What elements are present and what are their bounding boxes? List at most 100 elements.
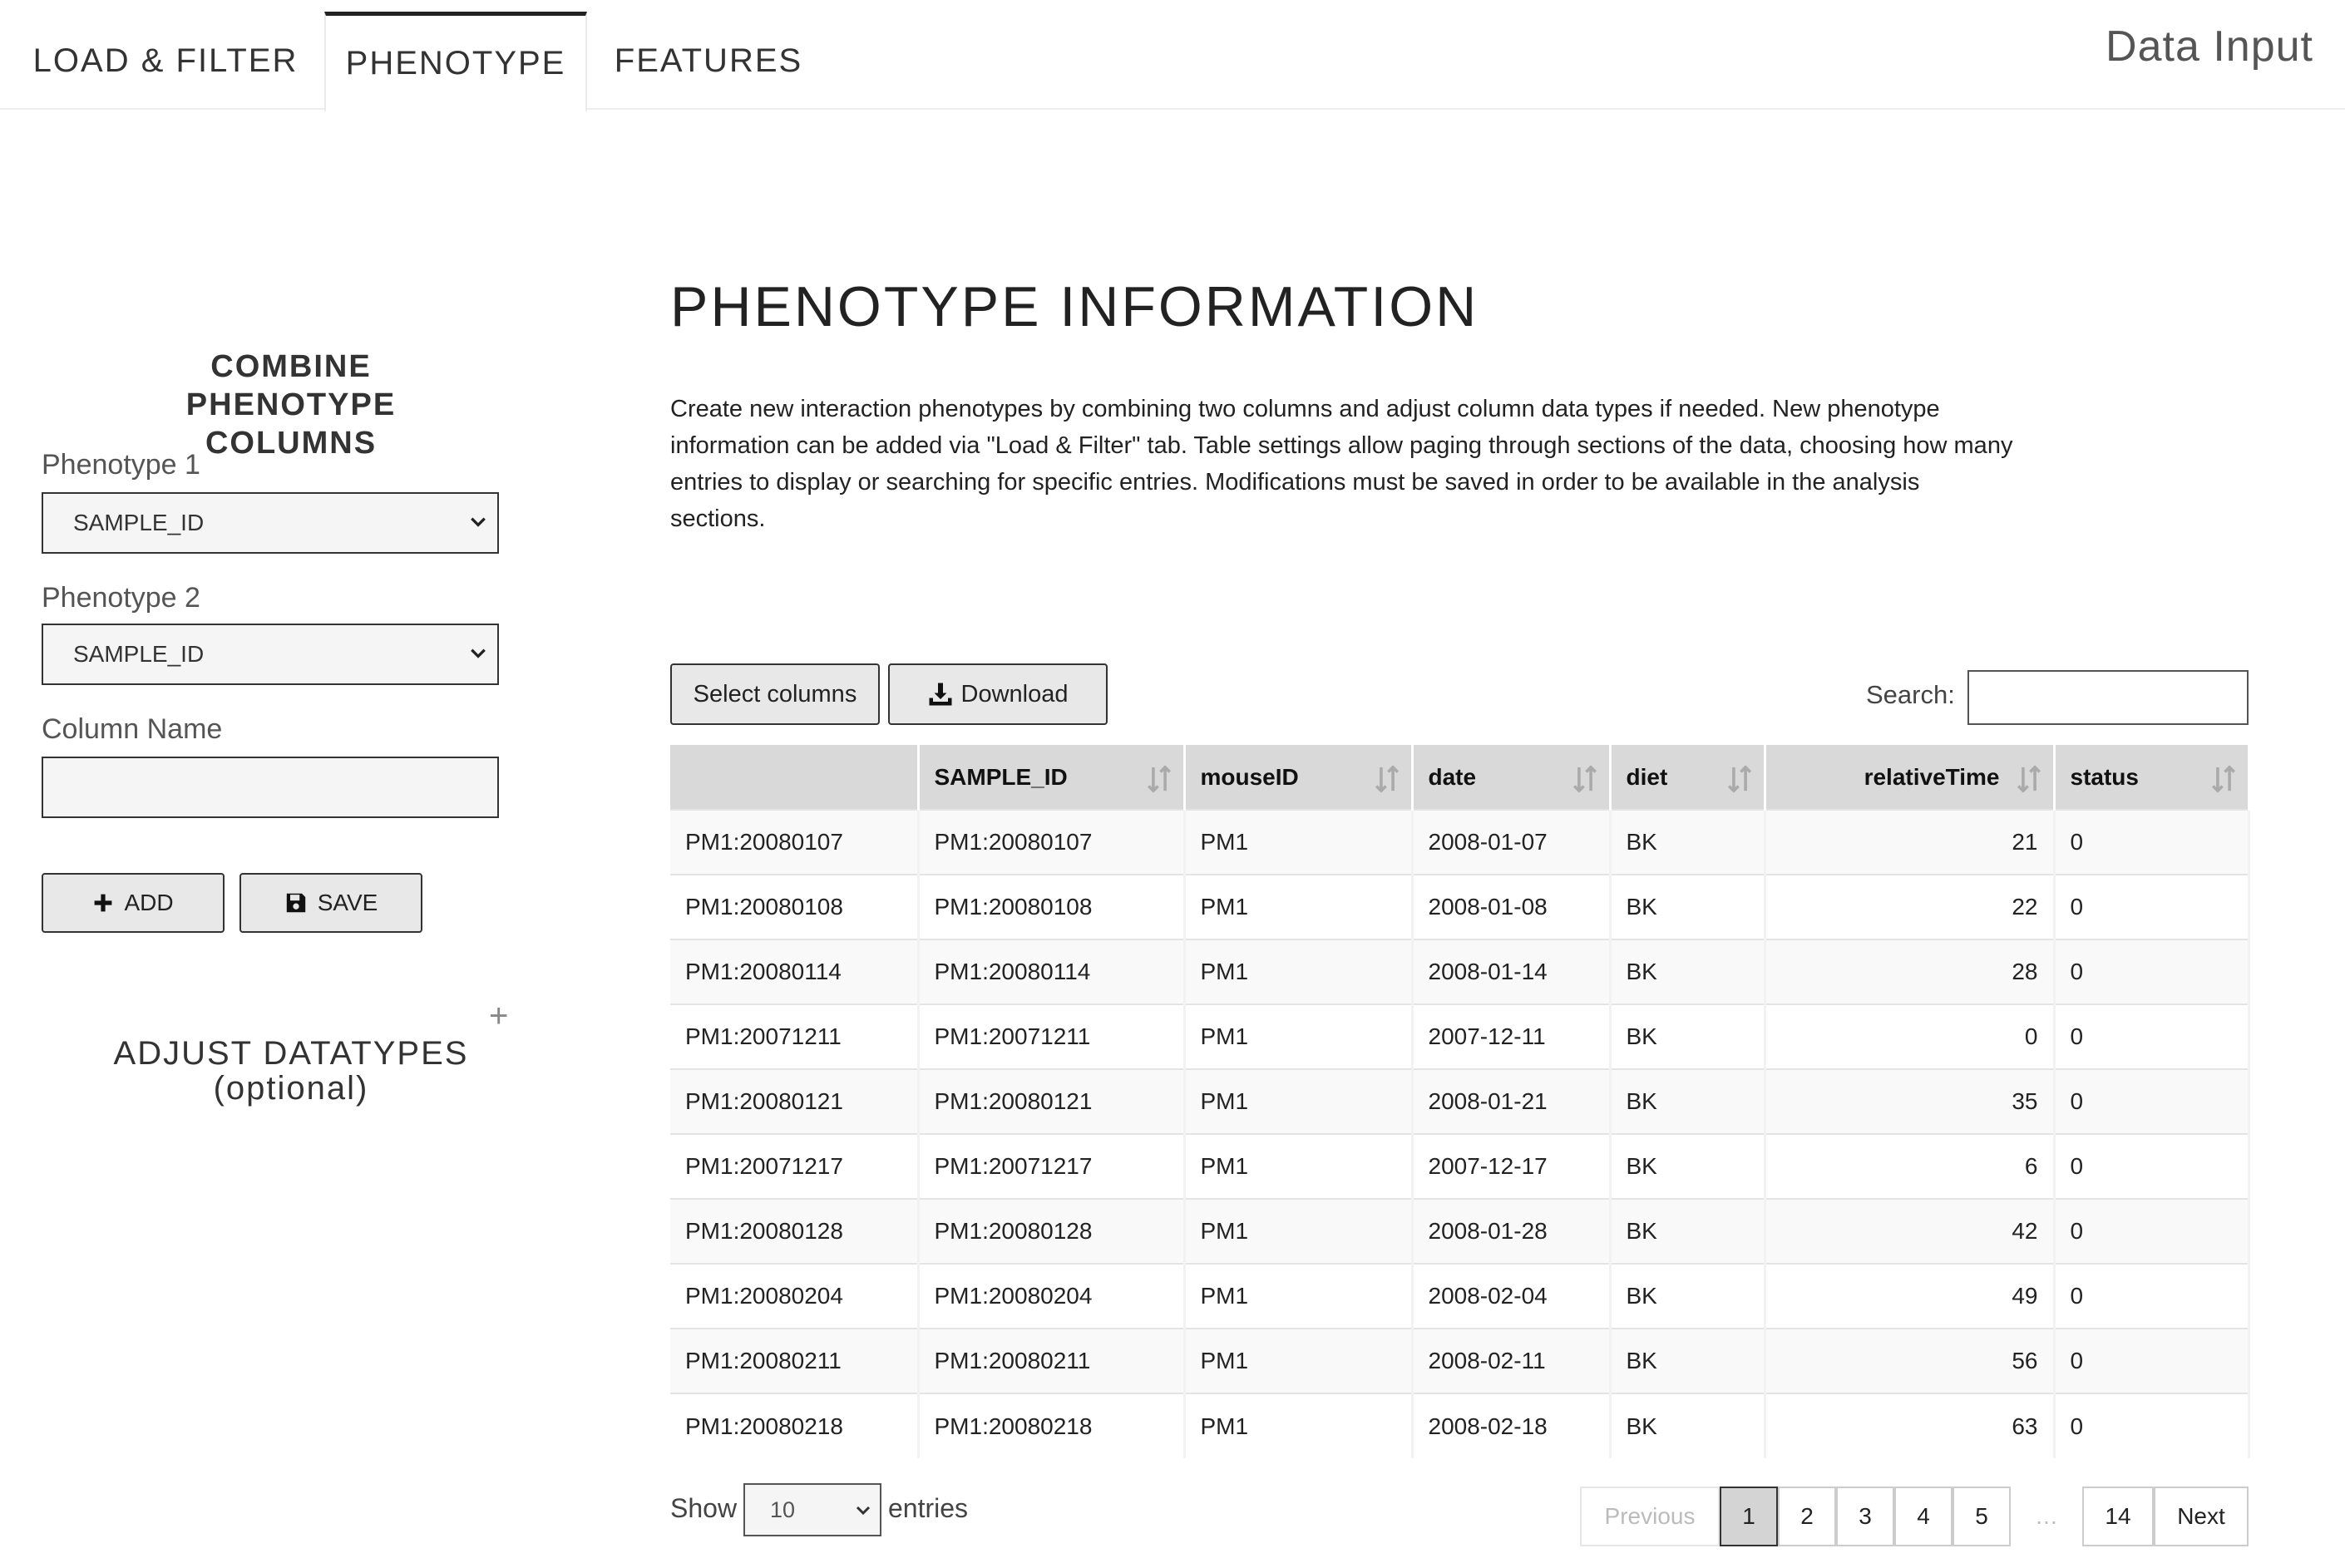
table-cell: 0 <box>2054 939 2250 1004</box>
download-button[interactable]: Download <box>888 663 1108 725</box>
pagination-previous[interactable]: Previous <box>1580 1487 1720 1546</box>
table-cell: PM1:20080114 <box>670 939 920 1004</box>
tab-features[interactable]: FEATURES <box>599 12 818 110</box>
table-cell: PM1:20080128 <box>918 1198 1186 1264</box>
table-cell: 2008-01-21 <box>1412 1068 1612 1134</box>
table-cell: PM1:20071217 <box>670 1133 920 1199</box>
expand-plus-icon[interactable]: + <box>489 998 508 1035</box>
pagination-ellipsis: … <box>2011 1487 2082 1546</box>
table-cell: 0 <box>2054 809 2250 875</box>
table-cell: PM1:20080107 <box>670 809 920 875</box>
search-input[interactable] <box>1967 670 2249 725</box>
pagination-page-2[interactable]: 2 <box>1778 1487 1836 1546</box>
table-cell: 0 <box>2054 1328 2250 1393</box>
table-row[interactable]: PM1:20071211 PM1:20071211 PM1 2007-12-11 BK 0… <box>670 1003 2250 1069</box>
sort-icon <box>1727 765 1751 793</box>
phenotype1-select[interactable]: SAMPLE_ID <box>42 492 499 554</box>
table-cell: 6 <box>1765 1133 2056 1199</box>
sort-icon <box>1147 765 1171 793</box>
table-cell: PM1 <box>1184 1263 1414 1329</box>
table-cell: 0 <box>1765 1003 2056 1069</box>
show-label: Show <box>670 1493 738 1523</box>
pagination-page-1[interactable]: 1 <box>1720 1487 1778 1546</box>
column-header-sample-id[interactable]: SAMPLE_ID <box>918 745 1186 810</box>
table-cell: 2007-12-11 <box>1412 1003 1612 1069</box>
pagination-page-4[interactable]: 4 <box>1894 1487 1953 1546</box>
sort-icon <box>1375 765 1399 793</box>
save-button[interactable]: SAVE <box>239 873 422 933</box>
column-header-rownames[interactable] <box>670 745 920 810</box>
column-header-status[interactable]: status <box>2054 745 2250 810</box>
table-cell: PM1 <box>1184 1133 1414 1199</box>
adjust-datatypes-subtitle: (optional) <box>213 1070 369 1107</box>
table-cell: PM1 <box>1184 1393 1414 1458</box>
table-cell: 2008-02-11 <box>1412 1328 1612 1393</box>
table-cell: 0 <box>2054 874 2250 939</box>
add-button[interactable]: ADD <box>42 873 225 933</box>
pagination-page-5[interactable]: 5 <box>1953 1487 2011 1546</box>
pagination-next[interactable]: Next <box>2154 1487 2249 1546</box>
select-columns-label: Select columns <box>693 680 857 708</box>
pagination-page-14[interactable]: 14 <box>2082 1487 2154 1546</box>
column-header-diet[interactable]: diet <box>1610 745 1766 810</box>
tab-phenotype[interactable]: PHENOTYPE <box>324 12 587 111</box>
save-icon <box>286 893 305 913</box>
page-title: PHENOTYPE INFORMATION <box>670 275 1479 338</box>
table-row[interactable]: PM1:20080211 PM1:20080211 PM1 2008-02-11 BK 5… <box>670 1328 2250 1393</box>
table-cell: 2008-02-04 <box>1412 1263 1612 1329</box>
table-cell: PM1:20080204 <box>670 1263 920 1329</box>
download-label: Download <box>960 680 1069 708</box>
pagination-page-3[interactable]: 3 <box>1836 1487 1894 1546</box>
page-length-select[interactable]: 10 <box>743 1483 881 1536</box>
tab-load-filter[interactable]: LOAD & FILTER <box>18 12 313 110</box>
table-cell: 2008-02-18 <box>1412 1393 1612 1458</box>
phenotype2-select[interactable]: SAMPLE_ID <box>42 624 499 685</box>
column-header-date[interactable]: date <box>1412 745 1612 810</box>
plus-icon <box>95 894 112 912</box>
table-cell: PM1 <box>1184 1328 1414 1393</box>
table-cell: 0 <box>2054 1198 2250 1264</box>
table-cell: PM1:20071211 <box>918 1003 1186 1069</box>
table-cell: 42 <box>1765 1198 2056 1264</box>
table-cell: BK <box>1610 1003 1766 1069</box>
table-cell: PM1:20071217 <box>918 1133 1186 1199</box>
table-row[interactable]: PM1:20080108 PM1:20080108 PM1 2008-01-08 BK 2… <box>670 874 2250 939</box>
column-name-input[interactable] <box>42 757 499 818</box>
table-cell: BK <box>1610 939 1766 1004</box>
table-row[interactable]: PM1:20080218 PM1:20080218 PM1 2008-02-18 BK 6… <box>670 1393 2250 1458</box>
table-cell: PM1 <box>1184 939 1414 1004</box>
table-cell: 0 <box>2054 1393 2250 1458</box>
page-length-value: 10 <box>770 1497 796 1522</box>
sort-icon <box>2017 765 2041 793</box>
table-row[interactable]: PM1:20080107 PM1:20080107 PM1 2008-01-07 BK 2… <box>670 809 2250 875</box>
table-cell: 21 <box>1765 809 2056 875</box>
table-cell: BK <box>1610 1068 1766 1134</box>
table-cell: PM1:20080121 <box>670 1068 920 1134</box>
column-header-relativetime[interactable]: relativeTime <box>1765 745 2056 810</box>
table-cell: PM1:20080121 <box>918 1068 1186 1134</box>
table-row[interactable]: PM1:20071217 PM1:20071217 PM1 2007-12-17 BK 6… <box>670 1133 2250 1199</box>
select-columns-button[interactable]: Select columns <box>670 663 880 725</box>
table-cell: PM1:20080218 <box>918 1393 1186 1458</box>
adjust-datatypes-title: ADJUST DATATYPES (optional) <box>42 1036 541 1106</box>
table-cell: PM1:20080218 <box>670 1393 920 1458</box>
table-cell: 28 <box>1765 939 2056 1004</box>
table-cell: BK <box>1610 1263 1766 1329</box>
table-row[interactable]: PM1:20080128 PM1:20080128 PM1 2008-01-28 BK 4… <box>670 1198 2250 1264</box>
entries-label: entries <box>888 1493 969 1523</box>
search-label: Search: <box>1866 680 1955 709</box>
table-row[interactable]: PM1:20080114 PM1:20080114 PM1 2008-01-14 BK 2… <box>670 939 2250 1004</box>
phenotype1-value: SAMPLE_ID <box>73 510 205 535</box>
sort-icon <box>2211 765 2235 793</box>
table-cell: PM1:20080107 <box>918 809 1186 875</box>
table-cell: 2007-12-17 <box>1412 1133 1612 1199</box>
table-row[interactable]: PM1:20080121 PM1:20080121 PM1 2008-01-21 BK 3… <box>670 1068 2250 1134</box>
table-cell: 49 <box>1765 1263 2056 1329</box>
phenotype-table: SAMPLE_ID mouseID date diet relativeTime… <box>670 745 2250 1458</box>
phenotype1-label: Phenotype 1 <box>42 449 200 481</box>
table-cell: PM1:20080108 <box>670 874 920 939</box>
table-cell: 2008-01-28 <box>1412 1198 1612 1264</box>
table-cell: BK <box>1610 874 1766 939</box>
table-row[interactable]: PM1:20080204 PM1:20080204 PM1 2008-02-04 BK 4… <box>670 1263 2250 1329</box>
column-header-mouseid[interactable]: mouseID <box>1184 745 1414 810</box>
